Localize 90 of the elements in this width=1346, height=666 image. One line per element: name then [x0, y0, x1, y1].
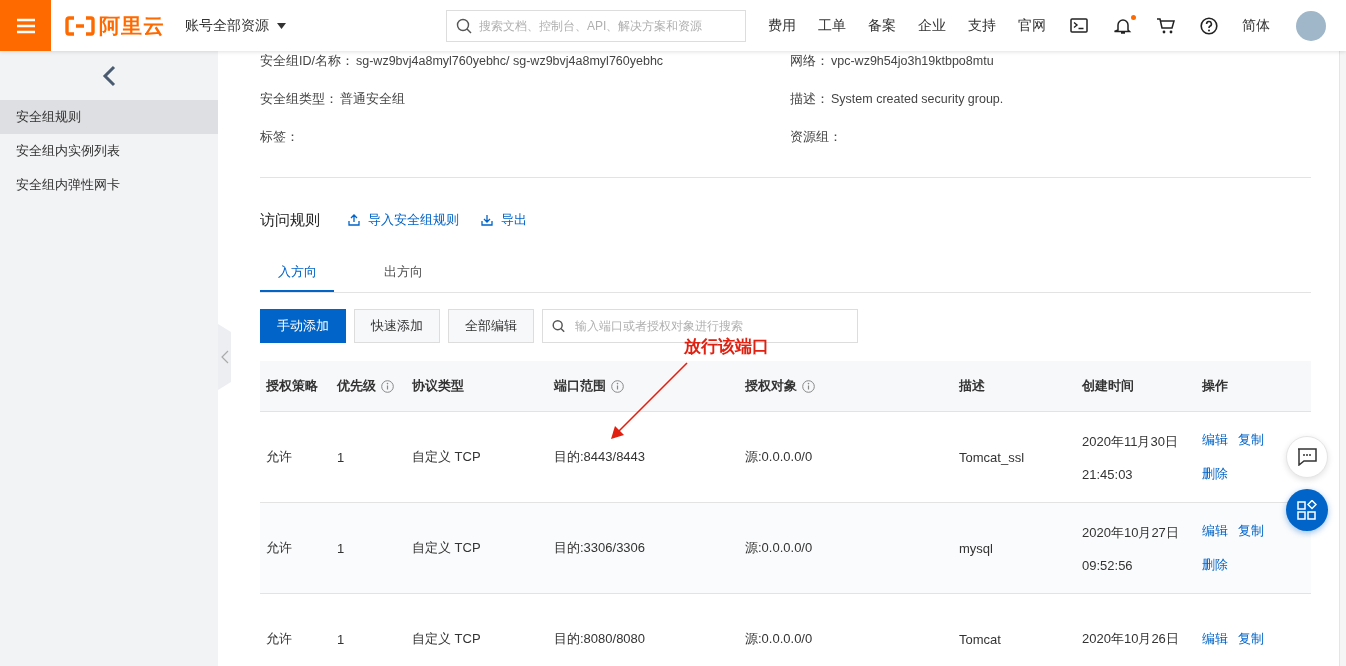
column-header: 授权对象 — [745, 377, 797, 395]
nav-link[interactable]: 备案 — [868, 16, 896, 35]
table-cell: 目的:8080/8080 — [554, 631, 646, 646]
back-chevron-icon[interactable] — [102, 64, 116, 87]
upload-icon — [348, 214, 360, 226]
nav-link[interactable]: 企业 — [918, 16, 946, 35]
info-icon — [802, 379, 815, 393]
nav-link[interactable]: 工单 — [818, 16, 846, 35]
nav-link[interactable]: 官网 — [1018, 16, 1046, 35]
column-header: 优先级 — [337, 377, 376, 395]
table-cell: Tomcat_ssl — [959, 449, 1025, 465]
table-cell: 1 — [337, 631, 345, 647]
table-cell-text: 2020年11月30日 — [1082, 432, 1179, 451]
search-icon — [456, 17, 472, 34]
info-icon — [611, 379, 624, 393]
detail-label: 安全组类型： — [260, 92, 338, 106]
help-icon[interactable] — [1200, 16, 1218, 35]
detail-label: 网络： — [790, 54, 829, 68]
table-cell-text: 2020年10月27日 — [1082, 523, 1180, 542]
detail-value: sg-wz9bvj4a8myl760yebhc/ sg-wz9bvj4a8myl760yebhc — [356, 54, 664, 68]
detail-value: System created security group. — [831, 92, 1004, 106]
table-cell: 源:0.0.0.0/0 — [745, 449, 813, 464]
account-dropdown[interactable]: 账号全部资源 — [185, 16, 286, 35]
action-link[interactable]: 编辑 — [1202, 431, 1228, 449]
action-link[interactable]: 复制 — [1238, 522, 1264, 540]
table-cell: 允许 — [266, 449, 292, 464]
logo-icon — [65, 15, 95, 36]
search-field[interactable]: 搜索文档、控制台、API、解决方案和资源 — [446, 9, 746, 42]
column-header: 端口范围 — [554, 377, 606, 395]
table-cell: 自定义 TCP — [412, 631, 481, 646]
sidebar-item[interactable]: 安全组内实例列表 — [0, 134, 218, 168]
detail-label: 标签： — [260, 130, 299, 144]
table-cell: 目的:8443/8443 — [554, 449, 646, 464]
menu-icon — [15, 17, 36, 34]
cart-icon[interactable] — [1156, 16, 1176, 35]
table-cell: 自定义 TCP — [412, 540, 481, 555]
detail-label: 资源组： — [790, 130, 842, 144]
column-header: 描述 — [959, 377, 985, 395]
table-cell-text: 21:45:03 — [1082, 466, 1134, 482]
table-cell-text: 2020年10月26日 — [1082, 630, 1180, 648]
table-cell: 源:0.0.0.0/0 — [745, 540, 813, 555]
table-cell: Tomcat — [959, 631, 1001, 647]
table-cell: 1 — [337, 540, 345, 556]
menu-button[interactable] — [0, 0, 51, 51]
nav-link[interactable]: 支持 — [968, 16, 996, 35]
table-cell: mysql — [959, 540, 993, 556]
chat-icon — [1297, 448, 1317, 466]
download-icon — [481, 214, 493, 226]
action-link[interactable]: 编辑 — [1202, 522, 1228, 540]
terminal-icon[interactable] — [1070, 18, 1088, 33]
secondary-button[interactable]: 快速添加 — [354, 309, 440, 343]
action-link[interactable]: 编辑 — [1202, 630, 1228, 648]
table-cell: 目的:3306/3306 — [554, 540, 646, 555]
column-header: 协议类型 — [412, 377, 464, 395]
secondary-button[interactable]: 全部编辑 — [448, 309, 534, 343]
sidebar-item[interactable]: 安全组规则 — [0, 100, 218, 134]
chevron-left-icon — [220, 350, 229, 364]
detail-value: 普通安全组 — [340, 92, 405, 106]
caret-icon — [277, 22, 286, 29]
column-header: 创建时间 — [1082, 377, 1134, 395]
apps-button[interactable] — [1286, 489, 1328, 531]
nav-link[interactable]: 费用 — [768, 16, 796, 35]
table-cell: 允许 — [266, 631, 292, 646]
column-header: 授权策略 — [266, 377, 318, 395]
table-cell: 自定义 TCP — [412, 449, 481, 464]
action-link[interactable]: 删除 — [1202, 465, 1228, 483]
action-link[interactable]: 复制 — [1238, 431, 1264, 449]
action-link[interactable]: 删除 — [1202, 556, 1228, 574]
apps-icon — [1297, 500, 1317, 520]
search-icon — [552, 319, 565, 333]
chat-button[interactable] — [1286, 436, 1328, 478]
primary-button[interactable]: 手动添加 — [260, 309, 346, 343]
detail-label: 安全组ID/名称： — [260, 54, 354, 68]
brand-name: 阿里云 — [99, 12, 165, 39]
detail-value: vpc-wz9h54jo3h19ktbpo8mtu — [831, 54, 994, 68]
tab[interactable]: 入方向 — [260, 254, 334, 292]
import-link[interactable]: 导入安全组规则 — [348, 211, 459, 229]
tab[interactable]: 出方向 — [366, 254, 440, 292]
language-link[interactable]: 简体 — [1242, 17, 1270, 33]
info-icon — [381, 379, 394, 393]
action-link[interactable]: 复制 — [1238, 630, 1264, 648]
table-cell: 允许 — [266, 540, 292, 555]
section-title: 访问规则 — [260, 210, 320, 230]
export-link[interactable]: 导出 — [481, 211, 527, 229]
column-header: 操作 — [1202, 377, 1228, 395]
table-cell-text: 09:52:56 — [1082, 557, 1134, 573]
detail-label: 描述： — [790, 92, 829, 106]
table-cell: 源:0.0.0.0/0 — [745, 631, 813, 646]
table-cell: 1 — [337, 449, 345, 465]
sidebar-item[interactable]: 安全组内弹性网卡 — [0, 168, 218, 202]
